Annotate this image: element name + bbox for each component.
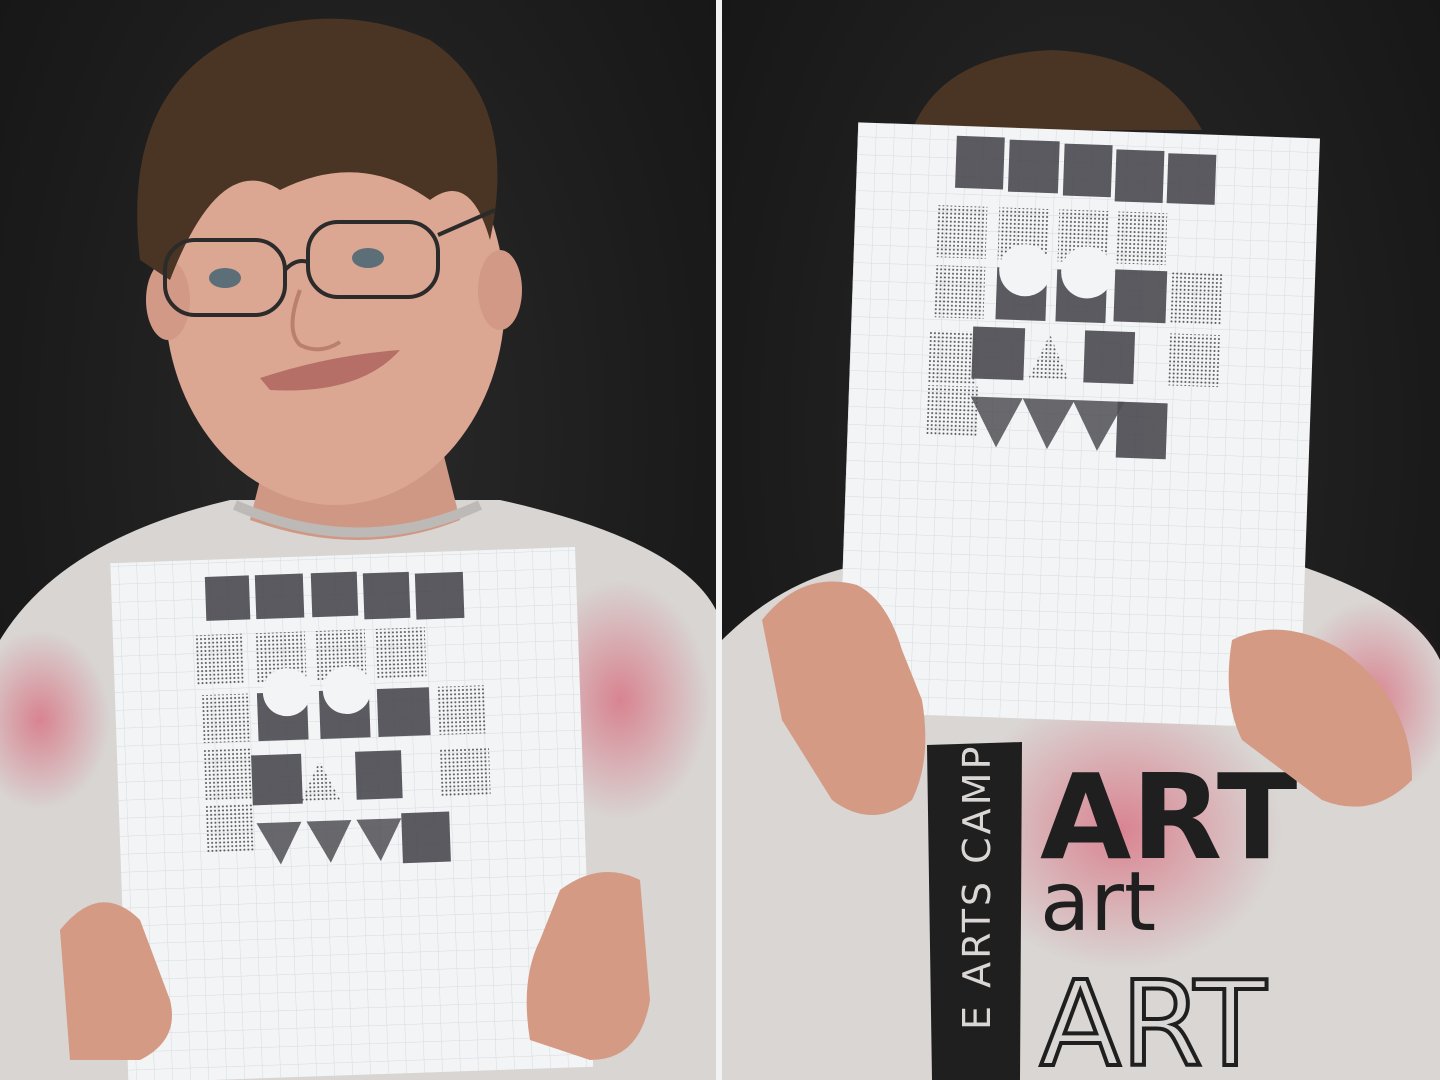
shirt-text-line-3: ART [1040, 955, 1267, 1080]
photo-diptych: E ARTS CAMP ART art ART [0, 0, 1440, 1080]
right-photo-scene: E ARTS CAMP ART art ART [722, 50, 1440, 1080]
hair [912, 50, 1202, 130]
shirt-text-line-2: art [1040, 855, 1156, 950]
left-photo-panel [0, 0, 716, 1080]
right-photo-panel: E ARTS CAMP ART art ART [722, 0, 1440, 1080]
stamped-print-left [110, 547, 594, 1080]
left-photo-scene [0, 18, 716, 1080]
shirt-vertical-text: E ARTS CAMP [955, 744, 999, 1030]
